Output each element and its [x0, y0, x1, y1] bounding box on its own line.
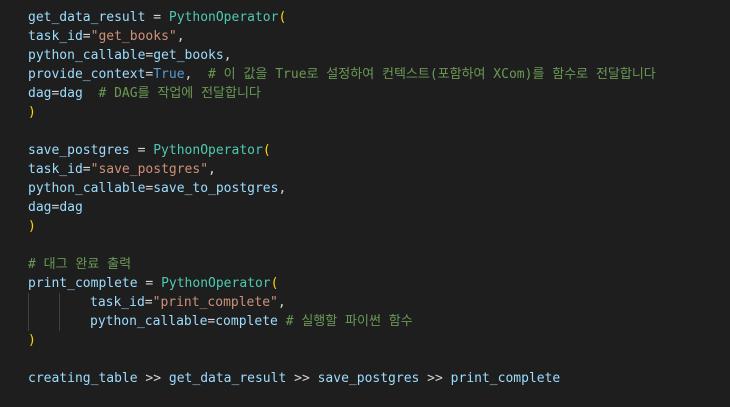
operator-token: , — [176, 29, 185, 44]
code-line: save_postgres = PythonOperator( — [28, 141, 271, 160]
operator-token: = — [82, 162, 91, 177]
comment-token: # 실행할 파이썬 함수 — [285, 314, 413, 329]
code-line: python_callable=save_to_postgres, — [28, 179, 286, 198]
identifier-token: provide_context — [28, 67, 146, 82]
operator-token: >> — [286, 371, 318, 386]
code-line: ) — [28, 331, 36, 350]
code-line: ) — [28, 103, 36, 122]
indent-guide — [59, 312, 60, 331]
identifier-token: creating_table — [28, 371, 138, 386]
bracket-token: ) — [28, 219, 36, 234]
identifier-token: save_to_postgres — [153, 181, 279, 196]
operator-token: = — [129, 143, 154, 158]
code-line: task_id="print_complete", — [28, 293, 286, 312]
indent-guide — [28, 312, 29, 331]
class-name-token: PythonOperator — [153, 143, 263, 158]
identifier-token: python_callable — [90, 314, 208, 329]
operator-token: , — [223, 48, 232, 63]
identifier-token: save_postgres — [28, 143, 130, 158]
identifier-token: python_callable — [28, 48, 146, 63]
identifier-token: task_id — [90, 295, 145, 310]
operator-token: , — [208, 162, 216, 177]
identifier-token: task_id — [28, 162, 83, 177]
code-line: python_callable=get_books, — [28, 46, 232, 65]
identifier-token: print_complete — [450, 371, 561, 386]
identifier-token: python_callable — [28, 181, 146, 196]
bracket-token: ( — [270, 276, 279, 291]
identifier-token: dag — [28, 86, 52, 101]
class-name-token: PythonOperator — [168, 10, 279, 25]
operator-token: , — [277, 295, 286, 310]
operator-token — [83, 86, 99, 101]
string-literal-token: "print_complete" — [152, 295, 278, 310]
operator-token: >> — [419, 371, 451, 386]
keyword-token: True — [153, 67, 185, 82]
operator-token: = — [144, 295, 153, 310]
comment-token: # 대그 완료 출력 — [28, 257, 132, 272]
code-editor[interactable]: get_data_result = PythonOperator(task_id… — [0, 0, 730, 407]
identifier-token: save_postgres — [317, 371, 420, 386]
operator-token: = — [137, 276, 162, 291]
identifier-token: get_data_result — [168, 371, 287, 386]
identifier-token: get_books — [153, 48, 224, 63]
indent-guide — [59, 293, 60, 312]
identifier-token: task_id — [28, 29, 83, 44]
operator-token: = — [82, 29, 91, 44]
code-line: print_complete = PythonOperator( — [28, 274, 278, 293]
bracket-token: ( — [278, 10, 287, 25]
code-line: dag=dag — [28, 198, 83, 217]
bracket-token: ) — [28, 105, 36, 120]
identifier-token: dag — [59, 86, 83, 101]
code-line: get_data_result = PythonOperator( — [28, 8, 286, 27]
bracket-token: ) — [28, 333, 36, 348]
bracket-token: ( — [262, 143, 271, 158]
identifier-token: complete — [215, 314, 278, 329]
operator-token: >> — [137, 371, 169, 386]
comment-token: # 이 값을 True로 설정하여 컨텍스트(포함하여 XCom)를 함수로 전… — [208, 67, 656, 82]
code-line: task_id="save_postgres", — [28, 160, 216, 179]
code-line: task_id="get_books", — [28, 27, 185, 46]
operator-token: = — [145, 10, 169, 25]
identifier-token: get_data_result — [28, 10, 146, 25]
identifier-token: dag — [28, 200, 52, 215]
class-name-token: PythonOperator — [161, 276, 271, 291]
code-line: provide_context=True, # 이 값을 True로 설정하여 … — [28, 65, 656, 84]
operator-token: , — [278, 181, 287, 196]
indent-guide — [28, 293, 29, 312]
code-line: creating_table >> get_data_result >> sav… — [28, 369, 560, 388]
code-line: ) — [28, 217, 36, 236]
identifier-token: print_complete — [28, 276, 138, 291]
comment-token: # DAG를 작업에 전달합니다 — [98, 86, 261, 101]
code-line: python_callable=complete # 실행할 파이썬 함수 — [28, 312, 413, 331]
code-line: dag=dag # DAG를 작업에 전달합니다 — [28, 84, 261, 103]
operator-token: , — [184, 67, 209, 82]
string-literal-token: "get_books" — [90, 29, 177, 44]
operator-token — [278, 314, 286, 329]
string-literal-token: "save_postgres" — [90, 162, 209, 177]
code-line: # 대그 완료 출력 — [28, 255, 131, 274]
identifier-token: dag — [59, 200, 83, 215]
